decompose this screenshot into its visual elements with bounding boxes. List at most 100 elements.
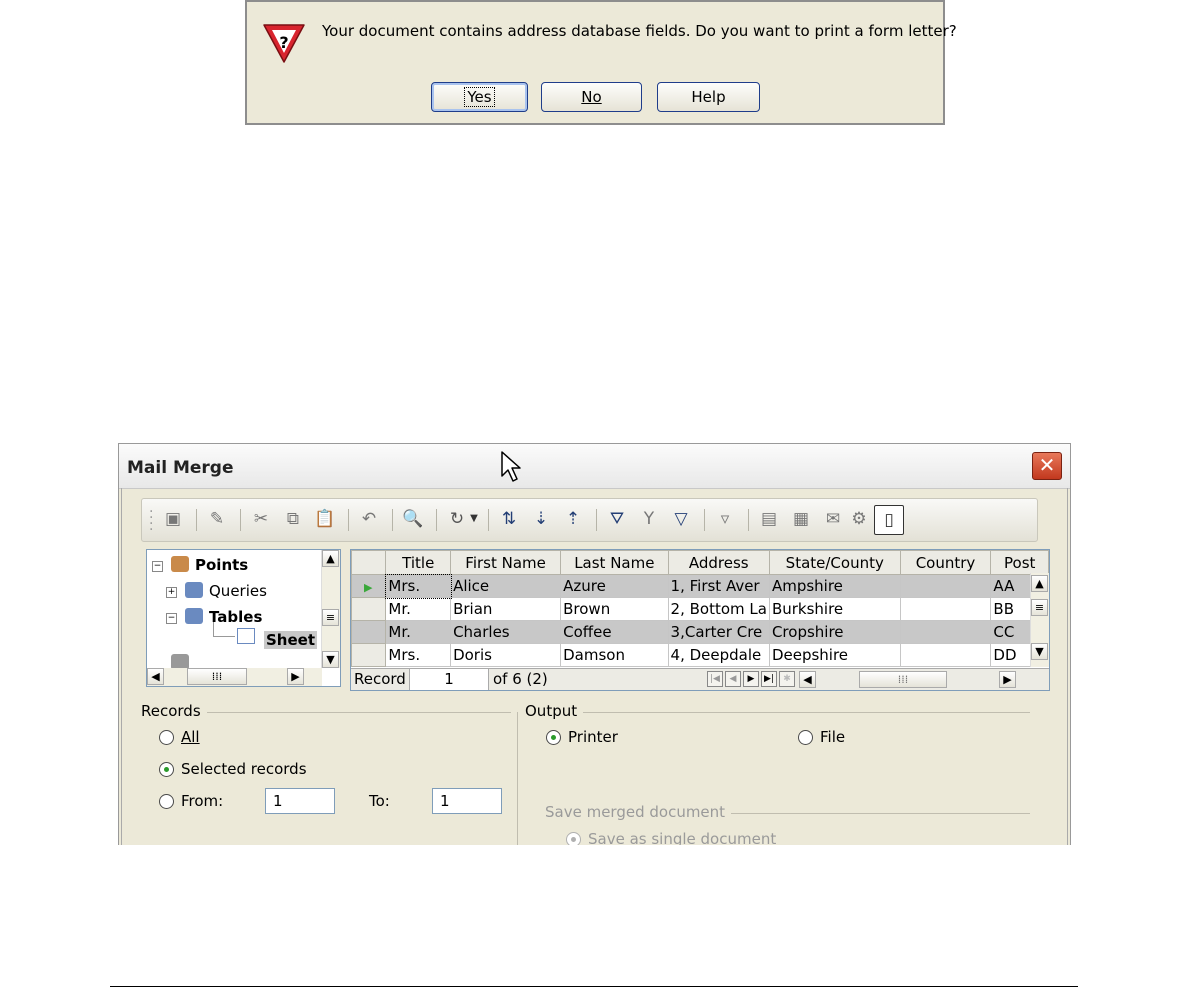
table-row[interactable]: Mr. Charles Coffee 3,Carter Cre Cropshire CC <box>351 620 1049 644</box>
table-cell[interactable]: Mr. <box>385 597 452 621</box>
paste-icon[interactable]: 📋 <box>314 508 336 530</box>
table-cell[interactable]: Ampshire <box>768 574 901 598</box>
help-button[interactable]: Help <box>657 82 760 112</box>
toolbar-grip-icon[interactable]: · · · · <box>149 505 153 537</box>
scroll-thumb-icon[interactable]: ≡ <box>1031 599 1048 616</box>
column-header[interactable]: First Name <box>450 550 562 575</box>
save-single-radio[interactable] <box>566 832 581 845</box>
title-bar[interactable]: Mail Merge ✕ <box>119 444 1070 489</box>
scroll-left-icon[interactable]: ◀ <box>799 671 816 688</box>
tree-horizontal-scrollbar[interactable]: ◀ ⁞⁞⁞ ▶ <box>147 668 322 686</box>
new-record-icon[interactable]: ✱ <box>779 671 795 687</box>
table-cell[interactable]: Mr. <box>385 620 452 644</box>
explorer-toggle-icon[interactable]: ▯ <box>874 505 904 535</box>
scroll-up-icon[interactable]: ▲ <box>1031 575 1048 592</box>
table-cell[interactable]: Azure <box>560 574 669 598</box>
undo-icon[interactable]: ↶ <box>358 508 380 530</box>
column-header[interactable]: Title <box>385 550 452 575</box>
next-record-icon[interactable]: ▶ <box>743 671 759 687</box>
data-to-text-icon[interactable]: ▤ <box>758 508 780 530</box>
row-header[interactable] <box>351 643 387 667</box>
column-header[interactable]: Address <box>667 550 770 575</box>
selected-records-radio[interactable] <box>159 762 174 777</box>
data-to-fields-icon[interactable]: ▦ <box>790 508 812 530</box>
table-cell[interactable]: Brian <box>450 597 562 621</box>
cut-icon[interactable]: ✂ <box>250 508 272 530</box>
table-row[interactable]: Mr. Brian Brown 2, Bottom La Burkshire BB <box>351 597 1049 621</box>
collapse-icon[interactable]: − <box>166 613 177 624</box>
copy-icon[interactable]: ⧉ <box>282 508 304 530</box>
table-cell[interactable]: Doris <box>450 643 562 667</box>
table-cell[interactable]: 2, Bottom La <box>667 597 770 621</box>
scroll-thumb-icon[interactable]: ≡ <box>322 609 339 626</box>
table-cell[interactable] <box>899 643 992 667</box>
mail-merge-icon[interactable]: ✉ <box>822 508 844 530</box>
first-record-icon[interactable]: |◀ <box>707 671 723 687</box>
scroll-left-icon[interactable]: ◀ <box>147 668 164 685</box>
find-icon[interactable]: 🔍 <box>402 508 424 530</box>
save-icon[interactable]: ▣ <box>162 508 184 530</box>
no-button[interactable]: No <box>541 82 642 112</box>
tree-item-tables[interactable]: Tables <box>209 608 262 626</box>
scroll-right-icon[interactable]: ▶ <box>287 668 304 685</box>
grid-vertical-scrollbar[interactable]: ▲ ≡ ▼ <box>1030 573 1049 667</box>
table-cell[interactable]: Damson <box>560 643 669 667</box>
remove-filter-icon[interactable]: ▿ <box>714 508 736 530</box>
row-header[interactable] <box>351 620 387 644</box>
table-cell[interactable] <box>899 574 992 598</box>
table-cell[interactable]: Burkshire <box>768 597 901 621</box>
tree-item-sheet[interactable]: Sheet <box>264 631 317 649</box>
table-cell[interactable] <box>899 597 992 621</box>
table-cell[interactable] <box>899 620 992 644</box>
table-cell[interactable]: Mrs. <box>384 573 452 599</box>
tree-item-points[interactable]: Points <box>195 556 248 574</box>
to-input[interactable]: 1 <box>432 788 502 814</box>
previous-record-icon[interactable]: ◀ <box>725 671 741 687</box>
file-radio[interactable] <box>798 730 813 745</box>
table-cell[interactable]: Alice <box>450 574 562 598</box>
tree-vertical-scrollbar[interactable]: ▲ ≡ ▼ <box>321 550 340 668</box>
column-header[interactable]: Last Name <box>560 550 669 575</box>
table-cell[interactable]: Coffee <box>560 620 669 644</box>
scroll-down-icon[interactable]: ▼ <box>1031 643 1048 660</box>
all-records-radio[interactable] <box>159 730 174 745</box>
from-records-radio[interactable] <box>159 794 174 809</box>
sort-descending-icon[interactable]: ⇡ <box>562 508 584 530</box>
table-cell[interactable]: 4, Deepdale <box>667 643 770 667</box>
row-header[interactable]: ▶ <box>351 574 387 598</box>
record-number-input[interactable]: 1 <box>409 669 489 690</box>
scroll-down-icon[interactable]: ▼ <box>322 651 339 668</box>
yes-button[interactable]: Yes <box>431 82 528 112</box>
table-cell[interactable]: 3,Carter Cre <box>667 620 770 644</box>
edit-icon[interactable]: ✎ <box>206 508 228 530</box>
table-cell[interactable]: Deepshire <box>768 643 901 667</box>
scroll-right-icon[interactable]: ▶ <box>999 671 1016 688</box>
table-row[interactable]: Mrs. Doris Damson 4, Deepdale Deepshire DD <box>351 643 1049 667</box>
close-button[interactable]: ✕ <box>1032 452 1062 480</box>
refresh-icon[interactable]: ↻ <box>446 508 468 530</box>
expand-icon[interactable]: + <box>166 587 177 598</box>
column-header[interactable]: State/County <box>768 550 901 575</box>
collapse-icon[interactable]: − <box>152 561 163 572</box>
scroll-up-icon[interactable]: ▲ <box>322 550 339 567</box>
standard-filter-icon[interactable]: Y <box>638 508 660 530</box>
table-cell[interactable]: Brown <box>560 597 669 621</box>
sort-icon[interactable]: ⇅ <box>498 508 520 530</box>
table-cell[interactable]: Mrs. <box>385 643 452 667</box>
printer-radio[interactable] <box>546 730 561 745</box>
column-header[interactable]: Post <box>990 550 1049 575</box>
tree-item-queries[interactable]: Queries <box>209 582 267 600</box>
from-input[interactable]: 1 <box>265 788 335 814</box>
autofilter-icon[interactable]: ⛛ <box>606 508 628 530</box>
dropdown-arrow-icon[interactable]: ▼ <box>468 508 480 530</box>
table-cell[interactable]: 1, First Aver <box>667 574 770 598</box>
sort-ascending-icon[interactable]: ⇣ <box>530 508 552 530</box>
scroll-thumb-icon[interactable]: ⁞⁞⁞ <box>187 668 247 685</box>
table-cell[interactable]: Charles <box>450 620 562 644</box>
apply-filter-icon[interactable]: ▽ <box>670 508 692 530</box>
table-cell[interactable]: Cropshire <box>768 620 901 644</box>
column-header[interactable]: Country <box>899 550 992 575</box>
scroll-thumb-icon[interactable]: ⁞⁞⁞ <box>859 671 947 688</box>
last-record-icon[interactable]: ▶| <box>761 671 777 687</box>
source-icon[interactable]: ⚙ <box>848 508 870 530</box>
